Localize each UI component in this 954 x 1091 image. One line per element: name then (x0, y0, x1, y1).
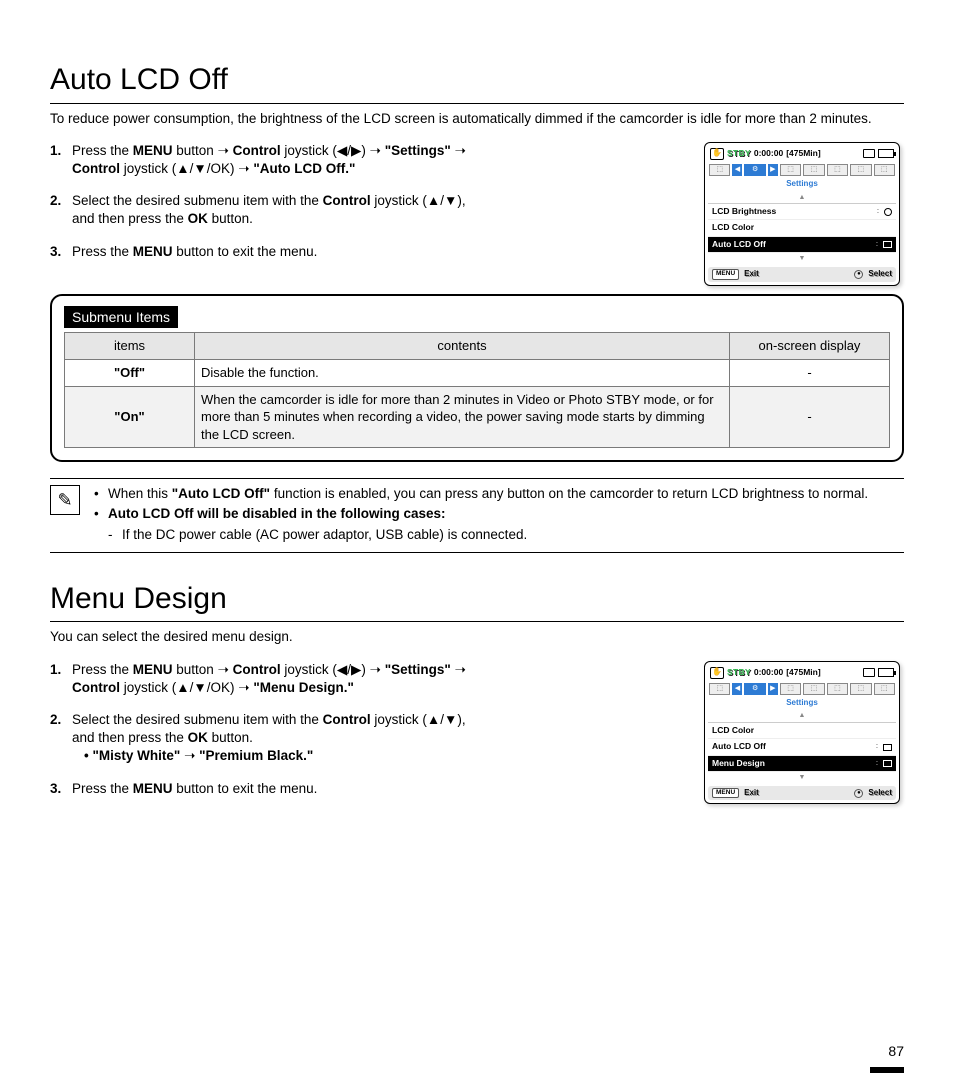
cell-off-osd: - (730, 360, 890, 387)
note-bullet-1: When this "Auto LCD Off" function is ena… (94, 485, 868, 503)
ok-circle-icon: ● (854, 789, 863, 798)
time-label: 0:00:00 (754, 667, 783, 678)
page-bar (870, 1067, 904, 1073)
exit-label: Exit (744, 269, 759, 280)
page-number: 87 (888, 1042, 904, 1061)
step-2: Select the desired submenu item with the… (50, 192, 692, 228)
cell-on-osd: - (730, 386, 890, 448)
osd-settings-label: Settings (708, 179, 896, 190)
osd-tab: ⬚ (803, 683, 824, 695)
osd-row-design-selected: Menu Design (708, 756, 896, 772)
osd-tab: ⬚ (874, 683, 895, 695)
osd-screenshot-1: ✋ STBY 0:00:00 [475Min] ⬚ ◀ ⚙ ▶ ⬚ ⬚ ⬚ ⬚ … (704, 142, 900, 286)
cell-on-desc: When the camcorder is idle for more than… (195, 386, 730, 448)
battery-icon (878, 668, 894, 677)
osd-tabs: ⬚ ◀ ⚙ ▶ ⬚ ⬚ ⬚ ⬚ ⬚ (708, 162, 896, 178)
osd-down-arrow: ▼ (708, 253, 896, 264)
card-icon (863, 668, 875, 677)
osd-up-arrow: ▲ (708, 192, 896, 203)
lcd-icon (883, 241, 892, 248)
osd-screenshot-2: ✋ STBY 0:00:00 [475Min] ⬚ ◀ ⚙ ▶ ⬚ ⬚ ⬚ ⬚ … (704, 661, 900, 805)
stby-label: STBY (727, 148, 751, 159)
osd-tab: ⬚ (874, 164, 895, 176)
lcd-icon (883, 744, 892, 751)
select-label: Select (868, 269, 892, 280)
menu-button-icon: MENU (712, 788, 739, 799)
note-block: ✎ When this "Auto LCD Off" function is e… (50, 478, 904, 553)
osd-settings-label: Settings (708, 698, 896, 709)
remain-label: [475Min] (786, 667, 820, 678)
osd-bottom-bar: MENU Exit ● Select (708, 267, 896, 282)
submenu-items-label: Submenu Items (64, 306, 178, 329)
osd-tab: ⬚ (709, 164, 730, 176)
heading-auto-lcd-off: Auto LCD Off (50, 60, 904, 104)
hand-icon: ✋ (710, 667, 724, 679)
intro-text-2: You can select the desired menu design. (50, 628, 904, 646)
osd-tab: ⬚ (780, 164, 801, 176)
step-3: Press the MENU button to exit the menu. (50, 243, 692, 261)
osd-tab-left: ◀ (732, 164, 742, 176)
sun-icon (884, 208, 892, 216)
osd-tab: ⬚ (850, 164, 871, 176)
cell-on: "On" (65, 386, 195, 448)
note-icon: ✎ (50, 485, 80, 515)
osd-tab: ⬚ (827, 683, 848, 695)
design-icon (883, 760, 892, 767)
exit-label: Exit (744, 788, 759, 799)
time-label: 0:00:00 (754, 148, 783, 159)
osd-tab: ⬚ (709, 683, 730, 695)
osd-tab-right: ▶ (768, 683, 778, 695)
osd-tab: ⬚ (803, 164, 824, 176)
hand-icon: ✋ (710, 148, 724, 160)
osd-tab-active: ⚙ (744, 683, 765, 695)
intro-text: To reduce power consumption, the brightn… (50, 110, 904, 128)
osd-tabs: ⬚ ◀ ⚙ ▶ ⬚ ⬚ ⬚ ⬚ ⬚ (708, 681, 896, 697)
battery-icon (878, 149, 894, 158)
note-dash-1: If the DC power cable (AC power adaptor,… (94, 526, 868, 544)
select-label: Select (868, 788, 892, 799)
step-2: Select the desired submenu item with the… (50, 711, 692, 766)
heading-menu-design: Menu Design (50, 579, 904, 623)
osd-row-color: LCD Color (708, 723, 896, 739)
steps-list-2: Press the MENU button ➝ Control joystick… (50, 661, 692, 798)
th-items: items (65, 333, 195, 360)
card-icon (863, 149, 875, 158)
stby-label: STBY (727, 667, 751, 678)
osd-row-brightness: LCD Brightness (708, 204, 896, 220)
step-2-options: "Misty White" ➝ "Premium Black." (72, 747, 692, 765)
remain-label: [475Min] (786, 148, 820, 159)
step-1: Press the MENU button ➝ Control joystick… (50, 661, 692, 697)
step-1: Press the MENU button ➝ Control joystick… (50, 142, 692, 178)
submenu-table-box: Submenu Items items contents on-screen d… (50, 294, 904, 463)
th-contents: contents (195, 333, 730, 360)
steps-list: Press the MENU button ➝ Control joystick… (50, 142, 692, 261)
osd-tab-active: ⚙ (744, 164, 765, 176)
osd-bottom-bar: MENU Exit ● Select (708, 786, 896, 801)
osd-tab-left: ◀ (732, 683, 742, 695)
osd-tab-right: ▶ (768, 164, 778, 176)
ok-circle-icon: ● (854, 270, 863, 279)
step-3: Press the MENU button to exit the menu. (50, 780, 692, 798)
submenu-table: items contents on-screen display "Off" D… (64, 332, 890, 448)
osd-row-auto: Auto LCD Off (708, 739, 896, 755)
cell-off: "Off" (65, 360, 195, 387)
osd-up-arrow: ▲ (708, 710, 896, 721)
osd-row-auto-selected: Auto LCD Off (708, 237, 896, 253)
cell-off-desc: Disable the function. (195, 360, 730, 387)
menu-button-icon: MENU (712, 269, 739, 280)
osd-row-color: LCD Color (708, 220, 896, 236)
osd-down-arrow: ▼ (708, 772, 896, 783)
osd-tab: ⬚ (780, 683, 801, 695)
section-menu-design: Menu Design You can select the desired m… (50, 579, 904, 812)
section-auto-lcd-off: Auto LCD Off To reduce power consumption… (50, 60, 904, 553)
osd-tab: ⬚ (827, 164, 848, 176)
note-bullet-2: Auto LCD Off will be disabled in the fol… (94, 505, 868, 523)
th-osd: on-screen display (730, 333, 890, 360)
osd-tab: ⬚ (850, 683, 871, 695)
